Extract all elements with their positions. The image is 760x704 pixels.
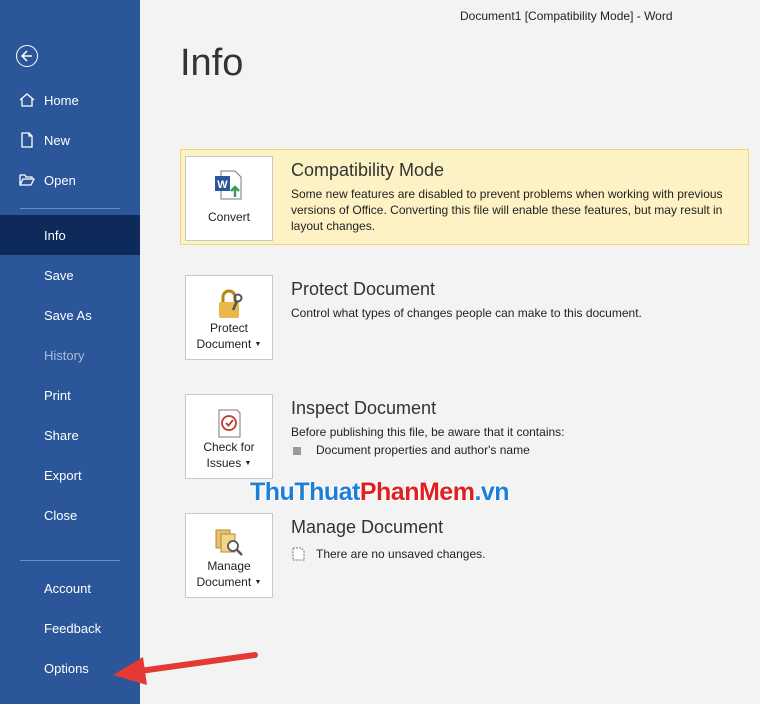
check-label-line2: Issues ▼ xyxy=(206,456,252,470)
check-for-issues-button[interactable]: Check for Issues ▼ xyxy=(185,394,273,479)
protect-label-line1: Protect xyxy=(209,321,248,335)
sidebar-item-label: New xyxy=(44,132,71,148)
compatibility-title: Compatibility Mode xyxy=(291,160,445,180)
sidebar-item-close[interactable]: Close xyxy=(0,495,140,535)
sidebar-divider xyxy=(20,208,120,209)
sidebar-item-history: History xyxy=(0,335,140,375)
lock-key-icon xyxy=(219,289,243,318)
protect-title: Protect Document xyxy=(291,279,436,299)
protect-document-button[interactable]: Protect Document ▼ xyxy=(185,275,273,360)
sidebar-item-home[interactable]: Home xyxy=(0,80,140,120)
manage-title: Manage Document xyxy=(291,517,444,537)
sidebar-item-share[interactable]: Share xyxy=(0,415,140,455)
protect-label-line2: Document ▼ xyxy=(196,337,262,351)
manage-document-button[interactable]: Manage Document ▼ xyxy=(185,513,273,598)
sidebar-item-account[interactable]: Account xyxy=(0,568,140,608)
new-document-icon xyxy=(21,132,33,148)
sidebar-item-label: Open xyxy=(44,172,76,188)
sidebar-item-print[interactable]: Print xyxy=(0,375,140,415)
inspect-description: Before publishing this file, be aware th… xyxy=(291,425,565,439)
protect-description: Control what types of changes people can… xyxy=(291,306,642,320)
convert-button[interactable]: W Convert xyxy=(185,156,273,241)
sidebar-item-info[interactable]: Info xyxy=(0,215,140,255)
svg-text:W: W xyxy=(217,179,228,191)
dropdown-caret-icon: ▼ xyxy=(254,340,262,348)
page-title: Info xyxy=(180,42,244,84)
manage-item: There are no unsaved changes. xyxy=(316,547,486,561)
sidebar-item-label: Save xyxy=(44,267,74,283)
manage-document-icon xyxy=(215,529,243,556)
sidebar-item-open[interactable]: Open xyxy=(0,160,140,200)
sidebar-item-save-as[interactable]: Save As xyxy=(0,295,140,335)
word-convert-icon: W xyxy=(215,170,242,200)
sidebar-item-feedback[interactable]: Feedback xyxy=(0,608,140,648)
sidebar-item-label: Home xyxy=(44,92,79,108)
annotation-arrow-icon xyxy=(113,652,258,685)
sidebar-item-label: Options xyxy=(44,660,89,676)
back-arrow-icon[interactable] xyxy=(16,45,38,67)
document-icon xyxy=(292,547,305,561)
dropdown-caret-icon: ▼ xyxy=(254,578,262,586)
sidebar-item-new[interactable]: New xyxy=(0,120,140,160)
backstage-sidebar: Home New Open Info Save Save As History … xyxy=(0,0,140,704)
check-label-line1: Check for xyxy=(203,440,255,454)
checklist-icon xyxy=(218,409,241,438)
sidebar-item-label: Account xyxy=(44,580,91,596)
open-folder-icon xyxy=(19,174,36,186)
sidebar-item-label: Save As xyxy=(44,307,92,323)
sidebar-item-label: Feedback xyxy=(44,620,102,636)
dropdown-caret-icon: ▼ xyxy=(244,459,252,467)
sidebar-item-label: Export xyxy=(44,467,82,483)
sidebar-item-label: Share xyxy=(44,427,79,443)
inspect-item: Document properties and author's name xyxy=(316,443,530,457)
window-title: Document1 [Compatibility Mode] - Word xyxy=(460,9,673,23)
convert-label: Convert xyxy=(207,210,251,224)
sidebar-item-label: Info xyxy=(44,227,66,243)
sidebar-item-label: Print xyxy=(44,387,71,403)
sidebar-item-save[interactable]: Save xyxy=(0,255,140,295)
sidebar-item-export[interactable]: Export xyxy=(0,455,140,495)
bullet-icon xyxy=(293,447,301,455)
sidebar-item-label: History xyxy=(44,347,85,363)
inspect-title: Inspect Document xyxy=(291,398,437,418)
sidebar-divider xyxy=(20,560,120,561)
home-icon xyxy=(19,93,35,107)
sidebar-item-label: Close xyxy=(44,507,78,523)
manage-label-line2: Document ▼ xyxy=(196,575,262,589)
manage-label-line1: Manage xyxy=(207,559,251,573)
watermark-logo: ThuThuatPhanMem.vn xyxy=(250,478,510,506)
compatibility-description: Some new features are disabled to preven… xyxy=(291,187,723,233)
